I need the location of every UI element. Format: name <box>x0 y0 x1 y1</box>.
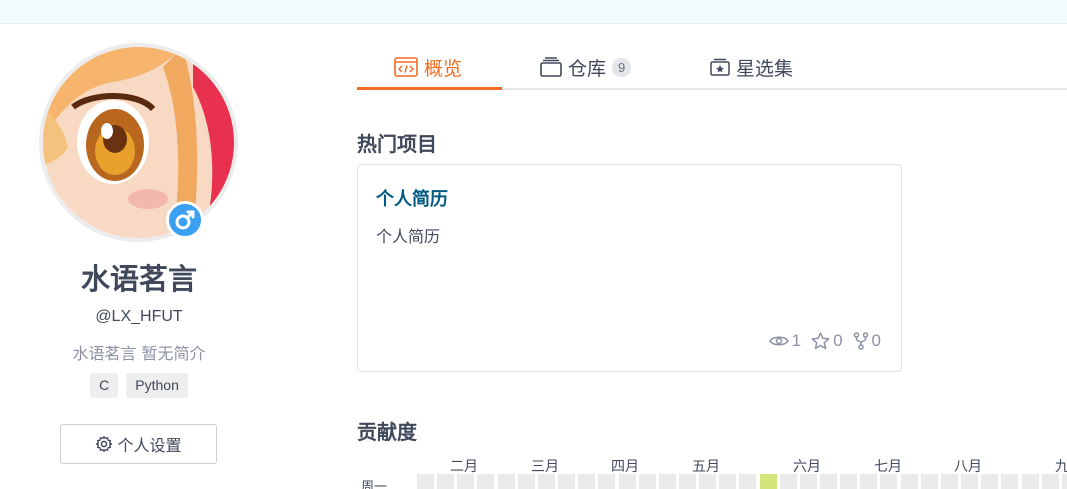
gender-male-icon <box>166 201 204 239</box>
month-label: 五月 <box>692 459 720 475</box>
heatmap-cell[interactable] <box>719 474 736 489</box>
heatmap-cell[interactable] <box>840 474 857 489</box>
heatmap-cell[interactable] <box>1062 474 1067 489</box>
project-name-link[interactable]: 个人简历 <box>376 185 448 211</box>
heatmap-cell[interactable] <box>518 474 535 489</box>
heatmap-cell[interactable] <box>981 474 998 489</box>
repo-icon <box>540 57 562 77</box>
heatmap-cell[interactable] <box>498 474 515 489</box>
tab-repositories-label: 仓库 <box>568 57 607 80</box>
heatmap-cell[interactable] <box>679 474 696 489</box>
month-label: 三月 <box>531 459 559 475</box>
personal-settings-label: 个人设置 <box>117 436 182 455</box>
tab-overview-label: 概览 <box>424 57 463 80</box>
heatmap-cell[interactable] <box>1022 474 1039 489</box>
heatmap-cell[interactable] <box>760 474 777 489</box>
heatmap-cell[interactable] <box>659 474 676 489</box>
profile-bio: 水语茗言 暂无简介 <box>72 344 206 363</box>
tab-repositories[interactable]: 仓库 9 <box>540 44 632 90</box>
fork-count: 0 <box>871 331 881 350</box>
profile-name: 水语茗言 <box>80 262 197 296</box>
nav-link-partial[interactable]: ◦◦◦◦◦ <box>570 0 614 7</box>
tab-star-collections[interactable]: 星选集 <box>710 44 793 90</box>
profile-handle: @LX_HFUT <box>95 308 183 325</box>
gear-icon <box>96 435 113 453</box>
heatmap-cell[interactable] <box>860 474 877 489</box>
heatmap-cell[interactable] <box>639 474 656 489</box>
month-label: 八月 <box>954 459 982 475</box>
active-tab-indicator <box>357 87 502 90</box>
code-icon <box>394 57 418 77</box>
month-label: 七月 <box>874 459 902 475</box>
heatmap-cell[interactable] <box>780 474 797 489</box>
project-stats: 1 0 0 <box>768 331 881 351</box>
language-tag-python[interactable]: Python <box>126 373 188 398</box>
month-label: 六月 <box>793 459 821 475</box>
star-count: 0 <box>833 331 843 350</box>
profile-tabs: 概览 仓库 9 星选集 <box>357 44 1067 90</box>
heatmap-cell[interactable] <box>901 474 918 489</box>
heatmap-cell[interactable] <box>820 474 837 489</box>
watch-stat[interactable]: 1 <box>768 331 802 351</box>
heatmap-cell[interactable] <box>941 474 958 489</box>
heatmap-cell[interactable] <box>437 474 454 489</box>
language-tag-c[interactable]: C <box>90 373 119 398</box>
month-label: 九 <box>1055 459 1067 475</box>
heatmap-cell[interactable] <box>699 474 716 489</box>
tab-overview[interactable]: 概览 <box>394 44 462 90</box>
heatmap-cell[interactable] <box>739 474 756 489</box>
heatmap-cell[interactable] <box>598 474 615 489</box>
heatmap-cell[interactable] <box>1001 474 1018 489</box>
star-collection-icon <box>710 58 730 76</box>
personal-settings-button[interactable]: 个人设置 <box>60 424 217 464</box>
heatmap-cell[interactable] <box>558 474 575 489</box>
nav-link-partial[interactable]: ◦◦◦◦◦◦◦ <box>688 0 750 7</box>
month-label: 二月 <box>450 459 478 475</box>
repository-count-badge: 9 <box>612 57 632 77</box>
heatmap-cell[interactable] <box>578 474 595 489</box>
star-icon <box>811 332 830 350</box>
contribution-title: 贡献度 <box>357 420 417 444</box>
weekday-label-monday: 周一 <box>361 480 388 489</box>
heatmap-cell[interactable] <box>921 474 938 489</box>
heatmap-cell[interactable] <box>961 474 978 489</box>
heatmap-cell[interactable] <box>1042 474 1059 489</box>
popular-projects-title: 热门项目 <box>357 132 437 156</box>
heatmap-cell[interactable] <box>880 474 897 489</box>
heatmap-cell[interactable] <box>619 474 636 489</box>
star-stat[interactable]: 0 <box>811 331 843 351</box>
project-description: 个人简历 <box>376 227 441 246</box>
heatmap-cell[interactable] <box>477 474 494 489</box>
watch-count: 1 <box>791 331 802 350</box>
avatar[interactable] <box>39 43 238 242</box>
fork-icon <box>853 332 868 350</box>
language-tags: C Python <box>0 373 278 398</box>
heatmap-cell[interactable] <box>457 474 474 489</box>
fork-stat[interactable]: 0 <box>853 331 881 351</box>
eye-icon <box>768 336 789 346</box>
tab-star-collections-label: 星选集 <box>736 57 794 80</box>
top-navigation-bar: ◦◦◦◦◦ ◦◦◦◦◦◦◦ <box>0 0 1067 24</box>
month-label: 四月 <box>611 459 639 475</box>
heatmap-cell[interactable] <box>800 474 817 489</box>
heatmap-cell[interactable] <box>417 474 434 489</box>
avatar-container <box>39 43 238 242</box>
project-card[interactable]: 个人简历 个人简历 1 0 0 <box>357 164 902 372</box>
heatmap-cell[interactable] <box>538 474 555 489</box>
